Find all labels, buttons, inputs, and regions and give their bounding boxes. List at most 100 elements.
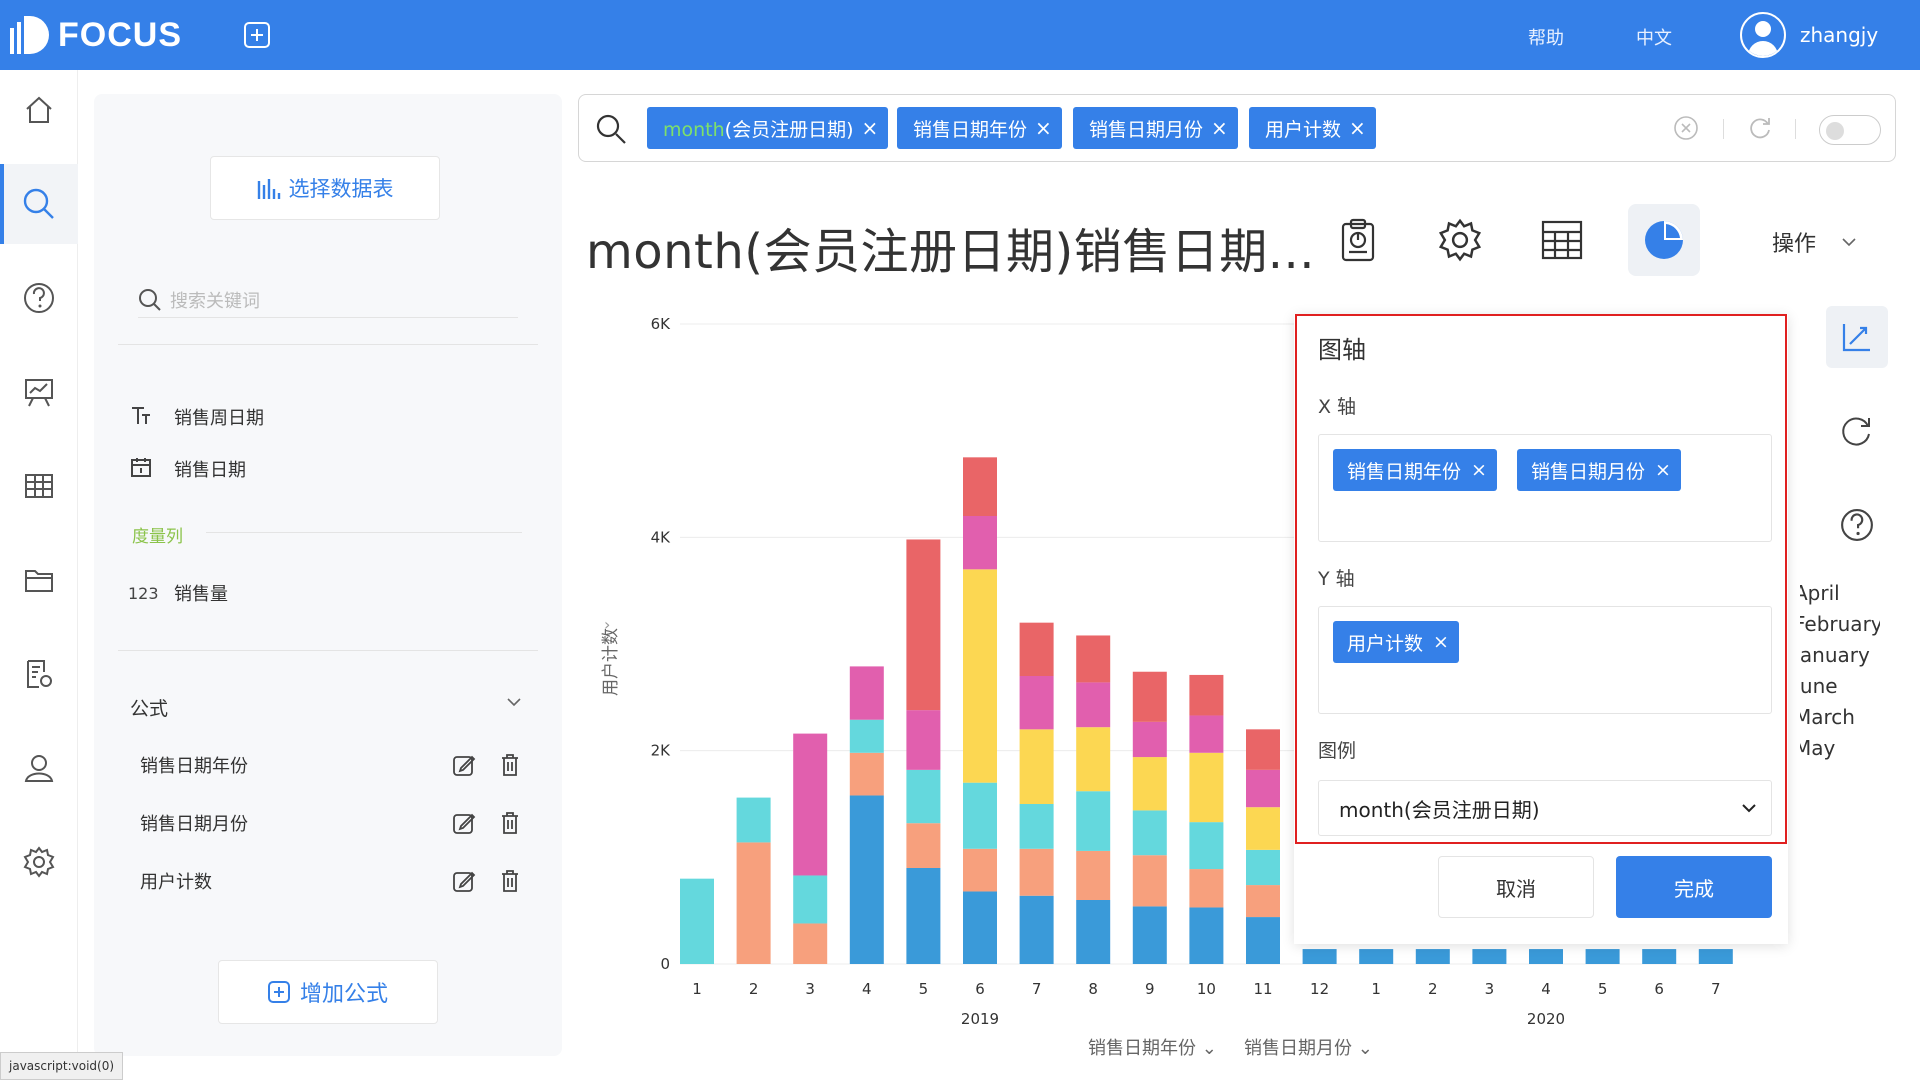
edit-icon[interactable]: [452, 753, 476, 777]
help-button[interactable]: [1826, 494, 1888, 556]
operations-menu[interactable]: 操作: [1772, 226, 1858, 258]
nav-help[interactable]: [0, 258, 78, 338]
trash-icon[interactable]: [498, 869, 522, 893]
legend-select[interactable]: month(会员注册日期): [1318, 780, 1772, 836]
x-axis-chip[interactable]: 销售日期月份 ×: [1517, 449, 1681, 491]
refresh-button[interactable]: [1826, 400, 1888, 462]
refresh-icon: [1842, 417, 1870, 446]
nav-settings[interactable]: [0, 822, 78, 902]
field-item[interactable]: 销售日期: [128, 456, 246, 482]
keyword-search-input[interactable]: 搜索关键词: [138, 282, 518, 318]
formula-item[interactable]: 销售日期月份: [140, 810, 522, 836]
legend-item[interactable]: May: [1800, 733, 1880, 764]
search-icon: [139, 288, 161, 311]
axis-icon: [1842, 324, 1870, 352]
x-group-label: 2019: [961, 1010, 999, 1028]
table-view-button[interactable]: [1526, 204, 1598, 276]
avatar: [1740, 12, 1786, 58]
bar-segment: [736, 797, 771, 843]
legend-item[interactable]: June: [1800, 671, 1880, 702]
nav-table[interactable]: [0, 446, 78, 526]
cancel-button[interactable]: 取消: [1438, 856, 1594, 918]
bar-segment: [849, 719, 884, 753]
close-icon[interactable]: ×: [1433, 631, 1449, 653]
edit-icon[interactable]: [452, 811, 476, 835]
measure-item[interactable]: 123 销售量: [128, 580, 228, 606]
edit-icon[interactable]: [452, 869, 476, 893]
search-chip[interactable]: 销售日期年份 ×: [897, 107, 1062, 149]
x-tick-label: 8: [1088, 980, 1098, 998]
trash-icon[interactable]: [498, 811, 522, 835]
focus-logo[interactable]: FOCUS: [10, 14, 182, 56]
x-tick-label: 7: [1032, 980, 1042, 998]
user-icon: [24, 755, 54, 782]
bar-segment: [1076, 635, 1111, 683]
nav-folder[interactable]: [0, 540, 78, 620]
language-switch[interactable]: 中文: [1636, 24, 1672, 50]
nav-report-settings[interactable]: [0, 634, 78, 714]
legend-item[interactable]: February: [1800, 609, 1880, 640]
done-button[interactable]: 完成: [1616, 856, 1772, 918]
chart-settings-button[interactable]: [1424, 204, 1496, 276]
username: zhangjy: [1800, 23, 1879, 47]
formula-section-header[interactable]: 公式: [130, 694, 522, 721]
left-nav: [0, 70, 78, 1080]
bar-segment: [680, 878, 714, 964]
nav-search[interactable]: [0, 164, 78, 244]
query-search-bar[interactable]: month(会员注册日期) × 销售日期年份 × 销售日期月份 × 用户计数 ×: [578, 94, 1896, 162]
report-clipboard-button[interactable]: [1322, 204, 1394, 276]
clear-icon[interactable]: [1673, 115, 1699, 141]
presentation-icon: [25, 379, 53, 407]
bar-segment: [793, 733, 828, 876]
x-axis-field-label: 销售日期月份 ⌄: [1244, 1038, 1373, 1059]
field-item[interactable]: 销售周日期: [128, 404, 264, 430]
search-chip[interactable]: month(会员注册日期) ×: [647, 107, 889, 149]
trash-icon[interactable]: [498, 753, 522, 777]
chart-view-button[interactable]: [1628, 204, 1700, 276]
axes-tool-button[interactable]: [1826, 306, 1888, 368]
legend-item[interactable]: March: [1800, 702, 1880, 733]
nav-user[interactable]: [0, 728, 78, 808]
y-axis-title: 用户计数: [601, 628, 621, 696]
legend-item[interactable]: April: [1800, 578, 1880, 609]
refresh-icon[interactable]: [1747, 115, 1773, 141]
close-icon[interactable]: ×: [1211, 116, 1228, 140]
help-link[interactable]: 帮助: [1528, 24, 1564, 50]
close-icon[interactable]: ×: [1471, 459, 1487, 481]
y-tick-label: 2K: [651, 742, 672, 760]
formula-label: 用户计数: [140, 872, 212, 893]
y-axis-drop-zone[interactable]: 用户计数 ×: [1318, 606, 1772, 714]
x-axis-chip[interactable]: 销售日期年份 ×: [1333, 449, 1497, 491]
chevron-right-icon: ›: [604, 615, 610, 634]
close-icon[interactable]: ×: [1349, 116, 1366, 140]
chip-label: 销售日期月份: [1089, 118, 1204, 141]
bar-segment: [1529, 949, 1563, 964]
x-tick-label: 12: [1310, 980, 1329, 998]
toggle-switch[interactable]: [1819, 115, 1881, 145]
x-axis-drop-zone[interactable]: 销售日期年份 × 销售日期月份 ×: [1318, 434, 1772, 542]
close-icon[interactable]: ×: [1655, 459, 1671, 481]
nav-dashboard[interactable]: [0, 352, 78, 432]
question-icon: [24, 283, 54, 313]
measure-label: 销售量: [174, 584, 228, 605]
bar-segment: [1246, 769, 1280, 808]
formula-item[interactable]: 用户计数: [140, 868, 522, 894]
user-menu[interactable]: zhangjy: [1740, 12, 1878, 58]
add-formula-button[interactable]: 增加公式: [218, 960, 438, 1024]
measure-section-title: 度量列: [132, 527, 183, 547]
add-tab-button[interactable]: [244, 22, 270, 48]
y-axis-chip[interactable]: 用户计数 ×: [1333, 621, 1459, 663]
close-icon[interactable]: ×: [862, 116, 879, 140]
y-tick-label: 4K: [651, 528, 672, 546]
select-table-button[interactable]: 选择数据表: [210, 156, 440, 220]
logo-icon: [10, 16, 49, 54]
bar-segment: [1189, 674, 1224, 716]
search-chip[interactable]: 用户计数 ×: [1249, 107, 1376, 149]
close-icon[interactable]: ×: [1035, 116, 1052, 140]
x-tick-label: 2: [1428, 980, 1438, 998]
formula-item[interactable]: 销售日期年份: [140, 752, 522, 778]
legend-item[interactable]: January: [1800, 640, 1880, 671]
search-chip[interactable]: 销售日期月份 ×: [1073, 107, 1238, 149]
nav-home[interactable]: [0, 70, 78, 150]
gear-icon: [23, 846, 55, 878]
